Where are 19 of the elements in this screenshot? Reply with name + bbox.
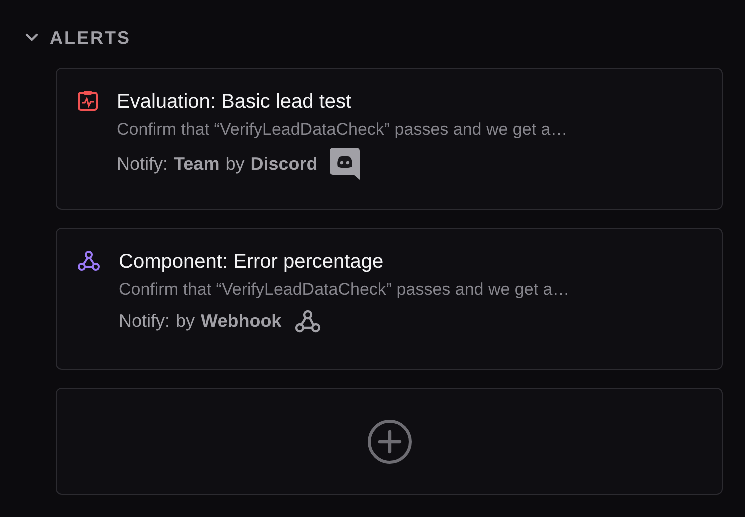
chat-bubble-icon: [330, 148, 360, 180]
notify-by: by: [226, 152, 245, 176]
alert-card[interactable]: Component: Error percentage Confirm that “VerifyLeadDataCheck” passes and we get a… Notify: by Webhook: [56, 228, 723, 370]
alert-title: Evaluation: Basic lead test: [117, 90, 353, 115]
notify-label: Notify:: [119, 310, 170, 333]
notify-channel: Discord: [250, 152, 318, 176]
alert-description: Confirm that “VerifyLeadDataCheck” passes and we get a…: [119, 279, 570, 301]
plus-circle-icon: [366, 418, 412, 464]
alert-description: Confirm that “VerifyLeadDataCheck” passes and we get a…: [117, 119, 568, 141]
webhook-icon: [294, 308, 322, 334]
notify-label: Notify:: [117, 152, 168, 176]
notify-channel: Webhook: [201, 310, 282, 333]
alert-card[interactable]: Evaluation: Basic lead test Confirm that “VerifyLeadDataCheck” passes and we get a… Notify: Team by Discord: [56, 68, 723, 210]
notify-by: by: [176, 310, 196, 333]
section-title: ALERTS: [50, 26, 131, 50]
notify-target: Team: [174, 152, 220, 176]
alert-title: Component: Error percentage: [119, 250, 385, 275]
clipboard-pulse-icon: [77, 90, 99, 112]
node-graph-icon: [77, 250, 101, 272]
